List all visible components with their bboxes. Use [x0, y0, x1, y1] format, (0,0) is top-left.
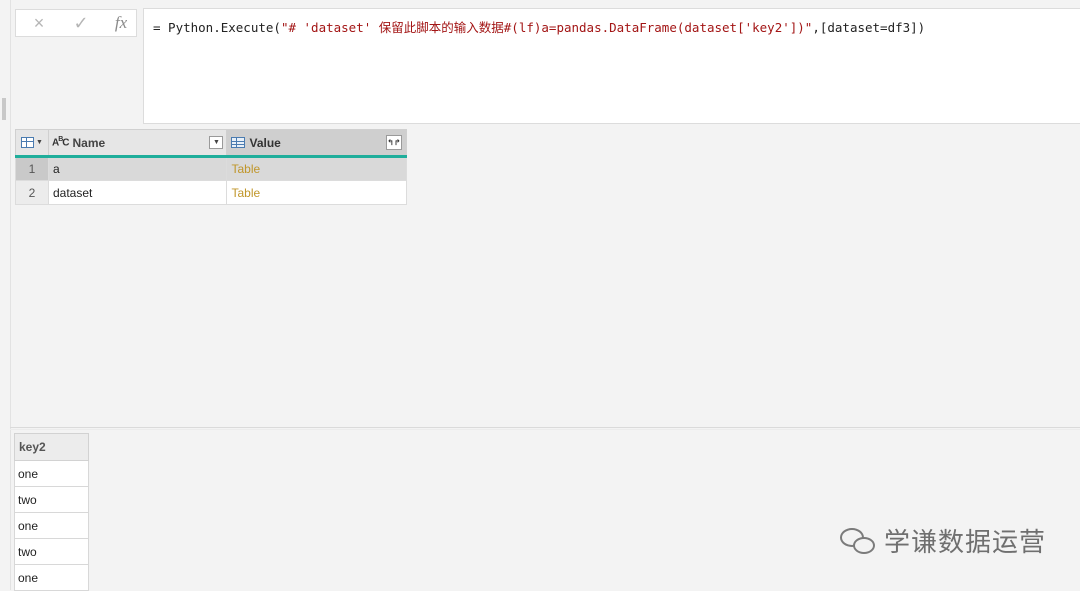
column-header-name[interactable]: ABC Name ▼	[47, 129, 228, 158]
wechat-icon	[840, 524, 876, 558]
queries-pane-collapse-handle[interactable]	[2, 98, 6, 120]
formula-suffix: ,[dataset=df3])	[812, 20, 926, 35]
formula-buttons: × ✓ fx	[15, 9, 137, 37]
preview-cell[interactable]: one	[14, 460, 89, 487]
query-result-grid: ▼ ABC Name ▼ Value ↰↱ 1 a Table 2 datase…	[15, 129, 407, 205]
preview-column-header[interactable]: key2	[14, 433, 89, 461]
table-row[interactable]: 1 a Table	[15, 156, 407, 181]
table-link[interactable]: Table	[226, 180, 407, 205]
table-icon	[21, 137, 34, 148]
fx-icon[interactable]: fx	[106, 10, 136, 36]
expand-column-icon[interactable]: ↰↱	[386, 134, 402, 150]
divider	[10, 429, 1080, 430]
watermark-text: 学谦数据运营	[884, 528, 1047, 558]
formula-bar[interactable]: = Python.Execute("# 'dataset' 保留此脚本的输入数据…	[143, 8, 1080, 124]
column-header-value[interactable]: Value ↰↱	[226, 129, 407, 158]
preview-cell[interactable]: two	[14, 538, 89, 565]
formula-text[interactable]: = Python.Execute("# 'dataset' 保留此脚本的输入数据…	[153, 17, 925, 36]
preview-cell[interactable]: one	[14, 564, 89, 591]
filter-dropdown-icon[interactable]: ▼	[209, 135, 224, 149]
text-type-icon[interactable]: ABC	[52, 136, 70, 148]
name-cell[interactable]: dataset	[47, 180, 228, 205]
column-header-label: Value	[249, 135, 281, 150]
table-type-icon[interactable]	[231, 137, 246, 148]
formula-script-string: "# 'dataset' 保留此脚本的输入数据#(lf)a=pandas.Dat…	[280, 20, 813, 35]
table-menu-button[interactable]: ▼	[15, 129, 49, 158]
preview-cell[interactable]: two	[14, 486, 89, 513]
preview-table: key2 one two one two one	[14, 433, 89, 591]
column-header-label: Name	[72, 135, 106, 150]
cancel-icon[interactable]: ×	[24, 10, 54, 36]
watermark: 学谦数据运营	[840, 522, 1046, 559]
confirm-icon[interactable]: ✓	[66, 10, 96, 36]
row-number[interactable]: 1	[15, 156, 49, 181]
chevron-down-icon: ▼	[36, 139, 43, 146]
name-cell[interactable]: a	[47, 156, 228, 181]
table-row[interactable]: 2 dataset Table	[15, 180, 407, 205]
preview-cell[interactable]: one	[14, 512, 89, 539]
left-gutter	[0, 0, 11, 590]
formula-prefix: = Python.Execute(	[153, 20, 281, 35]
preview-pane-divider[interactable]	[10, 427, 1080, 428]
table-link[interactable]: Table	[226, 156, 407, 181]
row-number[interactable]: 2	[15, 180, 49, 205]
grid-header-row: ▼ ABC Name ▼ Value ↰↱	[15, 129, 407, 158]
